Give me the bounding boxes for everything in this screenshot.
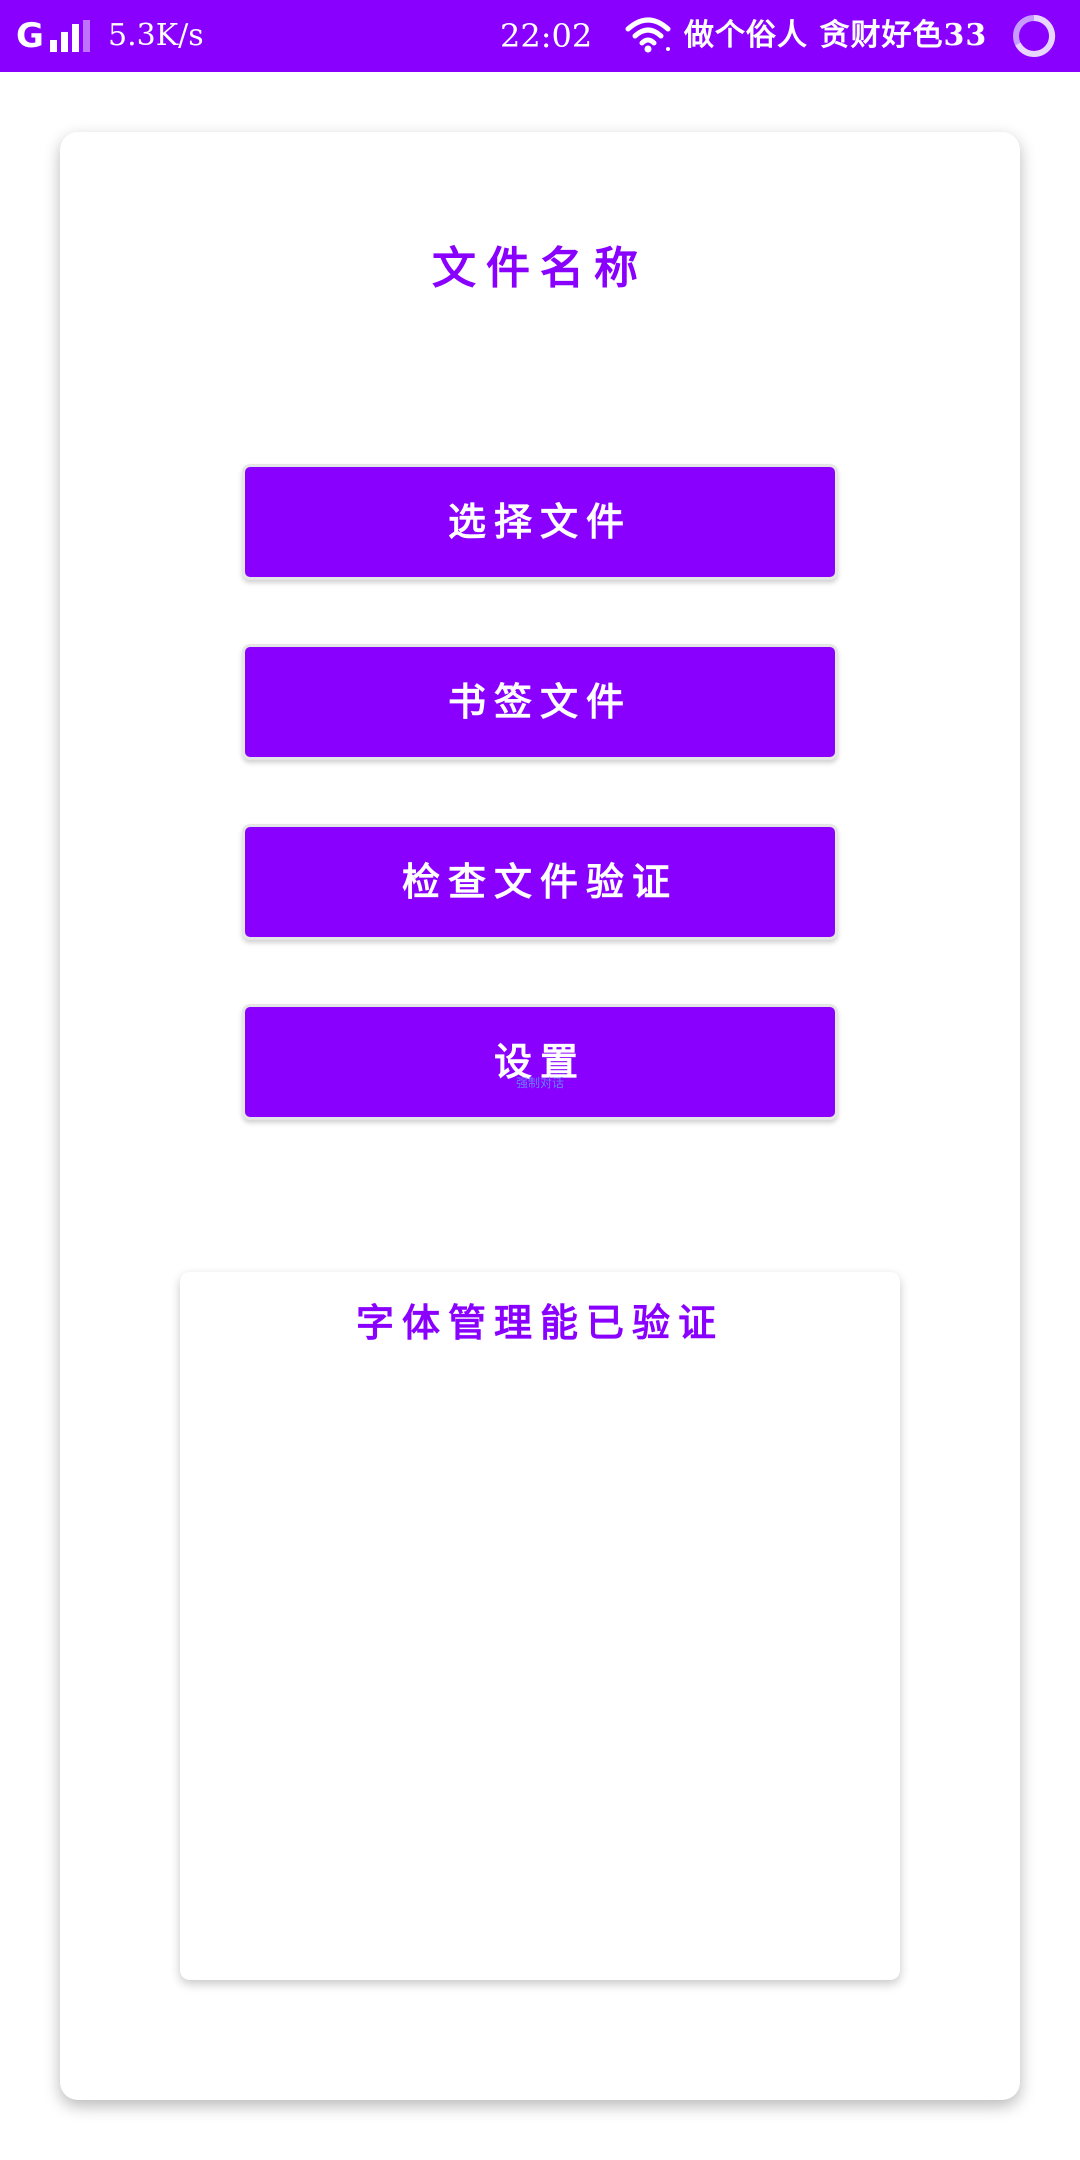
- settings-button[interactable]: 设置 强制对话: [242, 1004, 838, 1120]
- net-speed: 5.3K/s: [108, 18, 204, 53]
- font-management-panel: 字体管理能已验证: [180, 1272, 900, 1980]
- check-file-verification-button[interactable]: 检查文件验证: [242, 824, 838, 940]
- check-file-verification-label: 检查文件验证: [401, 859, 678, 904]
- signal-icon: [50, 20, 94, 52]
- clock: 22:02: [500, 17, 593, 55]
- status-bar: G 5.3K/s 22:02 做个俗人 贪财好色33: [0, 0, 1080, 72]
- battery-icon: [1012, 14, 1056, 58]
- wifi-icon: [624, 14, 672, 54]
- bookmark-file-label: 书签文件: [447, 679, 632, 724]
- carrier-label: G: [16, 16, 44, 56]
- bookmark-file-button[interactable]: 书签文件: [242, 644, 838, 760]
- main-card: 文件名称 选择文件 书签文件 检查文件验证 设置 强制对话 字体管理能已验证: [60, 132, 1020, 2100]
- select-file-button[interactable]: 选择文件: [242, 464, 838, 580]
- panel-title: 字体管理能已验证: [355, 1300, 724, 1345]
- status-custom-text: 做个俗人 贪财好色33: [684, 18, 988, 53]
- settings-sublabel: 强制对话: [515, 1076, 564, 1090]
- page-title: 文件名称: [432, 243, 648, 294]
- select-file-label: 选择文件: [447, 499, 632, 544]
